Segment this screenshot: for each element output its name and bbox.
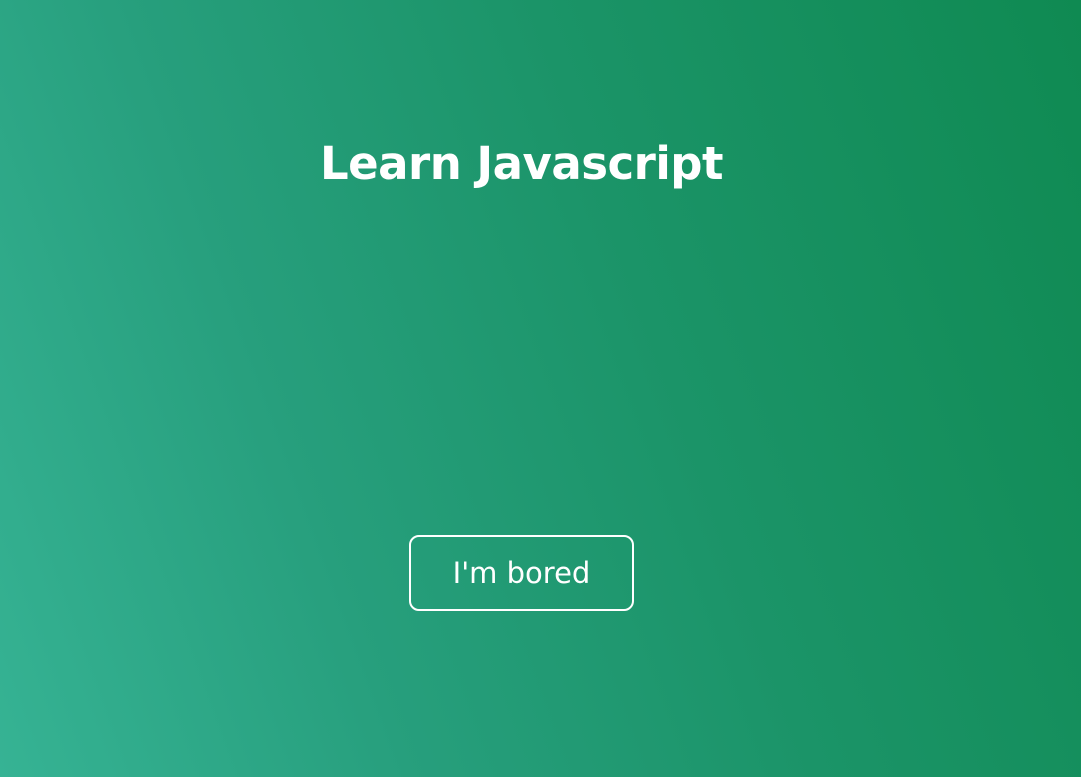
- page-title: Learn Javascript: [319, 137, 724, 190]
- im-bored-button[interactable]: I'm bored: [409, 535, 634, 611]
- page: Learn Javascript I'm bored: [0, 0, 1081, 777]
